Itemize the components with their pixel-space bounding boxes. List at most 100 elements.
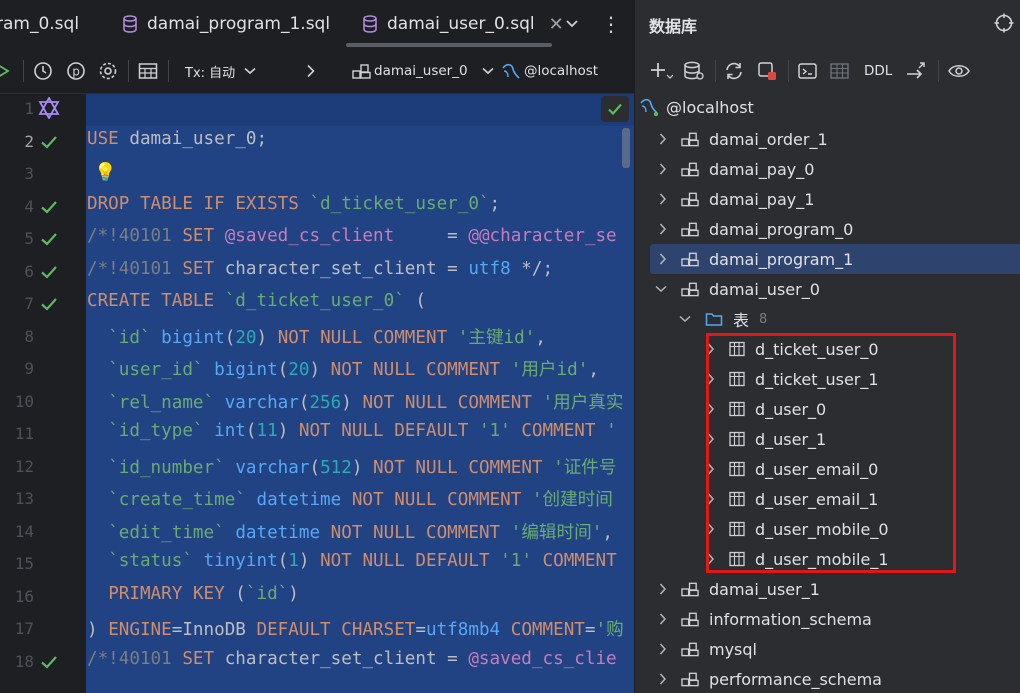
chevron-right-icon[interactable] [659,613,667,625]
chevron-down-icon[interactable] [655,285,667,293]
tree-item-schema[interactable]: damai_order_1 [635,124,1020,154]
datasource-properties-button[interactable] [683,48,705,94]
ddl-button[interactable]: DDL [864,48,892,94]
tree-item-label: 表 [733,311,750,330]
divider [168,60,169,82]
code-area[interactable]: USE damai_user_0; 💡 DROP TABLE IF EXISTS `… [86,94,634,693]
tree-item-schema[interactable]: damai_pay_1 [635,184,1020,214]
code-line[interactable]: `create_time` datetime NOT NULL COMMENT … [87,486,613,511]
current-line-highlight [86,94,634,126]
code-line[interactable]: `id_number` varchar(512) NOT NULL COMMEN… [87,454,616,479]
line-number: 12 [14,456,34,476]
checkmark-icon [608,103,622,116]
jump-to-source-button[interactable] [905,48,929,94]
tree-item-label: damai_user_0 [709,279,820,299]
code-line[interactable]: `id_type` int(11) NOT NULL DEFAULT '1' C… [87,421,617,441]
chevron-right-icon[interactable] [659,193,667,205]
query-console-button[interactable] [797,48,819,94]
line-number: 11 [14,424,34,443]
tab-label: damai_program_1.sql [147,14,331,34]
chevron-right-icon[interactable] [659,133,667,145]
schema-icon [681,222,699,237]
tree-item-label: damai_user_1 [709,579,820,599]
editor-toolbar: p Tx: 自动 damai_user_0 @localhost [0,48,634,94]
tree-item-schema[interactable]: damai_pay_0 [635,154,1020,184]
chevron-right-icon[interactable] [659,583,667,595]
tree-item-schema[interactable]: information_schema [635,604,1020,634]
chevron-down-icon[interactable] [679,315,691,323]
code-line[interactable]: DROP TABLE IF EXISTS `d_ticket_user_0`; [87,194,500,214]
chevron-right-icon[interactable] [659,223,667,235]
code-line[interactable]: `rel_name` varchar(256) NOT NULL COMMENT… [87,389,623,414]
line-number: 10 [14,391,34,411]
schema-icon [681,162,699,177]
database-icon [123,15,137,33]
code-line[interactable]: `user_id` bigint(20) NOT NULL COMMENT '用… [87,356,599,381]
tree-item-label: damai_pay_1 [709,189,815,209]
table-view-button[interactable] [138,48,158,94]
database-icon [363,15,377,33]
code-line[interactable]: `edit_time` datetime NOT NULL COMMENT '编… [87,519,613,544]
expand-toolbar-button[interactable] [306,48,316,94]
code-line[interactable]: `id` bigint(20) NOT NULL COMMENT '主键id', [87,324,546,349]
panel-title: 数据库 [649,17,698,36]
table-editor-button[interactable] [829,48,851,94]
tree-item-schema[interactable]: mysql [635,634,1020,664]
tree-item-tables-folder[interactable]: 表8 [635,304,1020,334]
refresh-button[interactable] [723,48,745,94]
tab-ram-0[interactable]: ram_0.sql [0,0,79,48]
chevron-right-icon[interactable] [659,643,667,655]
vertical-scrollbar[interactable] [622,128,630,168]
code-line[interactable]: /*!40101 SET @saved_cs_client = @@charac… [87,226,617,246]
database-toolbar: DDL [635,48,1020,94]
code-line[interactable]: USE damai_user_0; [87,129,267,149]
editor-tab-bar: ram_0.sql damai_program_1.sql damai_user… [0,0,634,48]
disconnect-button[interactable] [757,48,779,94]
chevron-right-icon[interactable] [659,673,667,685]
line-number: 17 [14,619,34,638]
schema-icon [681,672,699,687]
lightbulb-icon[interactable]: 💡 [94,162,116,183]
chevron-down-icon [244,67,256,75]
schema-icon [681,642,699,657]
schema-icon [352,64,371,79]
chevron-right-icon[interactable] [659,253,667,265]
tree-item-label: performance_schema [709,669,882,689]
view-options-button[interactable] [947,48,971,94]
run-button[interactable] [0,48,10,94]
close-icon[interactable]: ✕ [549,14,564,35]
code-line[interactable]: CREATE TABLE `d_ticket_user_0` ( [87,291,426,311]
tab-label: ram_0.sql [0,14,80,34]
settings-button[interactable] [98,48,118,94]
add-button[interactable] [649,48,673,94]
code-line[interactable]: /*!40101 SET character_set_client = utf8… [87,259,553,279]
tab-damai-user-0[interactable]: damai_user_0.sql ✕ [362,0,564,48]
code-line[interactable]: `status` tinyint(1) NOT NULL DEFAULT '1'… [87,551,617,571]
chevron-right-icon [307,64,315,78]
tree-item-schema[interactable]: damai_user_1 [635,574,1020,604]
chevron-right-icon[interactable] [659,163,667,175]
line-number: 7 [24,294,34,313]
inspection-status-button[interactable] [601,96,629,122]
tree-item-schema[interactable]: performance_schema [635,664,1020,693]
explain-plan-button[interactable]: p [66,48,86,94]
ai-assistant-icon[interactable] [38,97,60,119]
code-line[interactable]: ) ENGINE=InnoDB DEFAULT CHARSET=utf8mb4 … [87,616,624,641]
line-number: 6 [24,261,34,281]
transaction-mode-dropdown[interactable]: Tx: 自动 [185,48,256,94]
schema-selector[interactable]: damai_user_0 [352,48,494,94]
code-line[interactable]: PRIMARY KEY (`id`) [87,584,299,604]
schema-icon [681,612,699,627]
crosshair-icon[interactable] [993,12,1015,34]
tab-damai-program-1[interactable]: damai_program_1.sql [122,0,330,48]
tree-root-localhost[interactable]: @localhost [639,92,1020,122]
tree-item-schema[interactable]: damai_user_0 [635,274,1020,304]
tree-item-label: damai_pay_0 [709,159,815,179]
tree-item-schema[interactable]: damai_program_1 [650,244,1020,274]
more-vertical-icon[interactable]: ⋮ [601,14,621,34]
history-button[interactable] [33,48,53,94]
chevron-down-icon[interactable] [565,19,579,29]
tree-item-schema[interactable]: damai_program_0 [635,214,1020,244]
code-line[interactable]: /*!40101 SET character_set_client = @sav… [87,649,617,669]
datasource-selector[interactable]: @localhost [501,48,598,94]
